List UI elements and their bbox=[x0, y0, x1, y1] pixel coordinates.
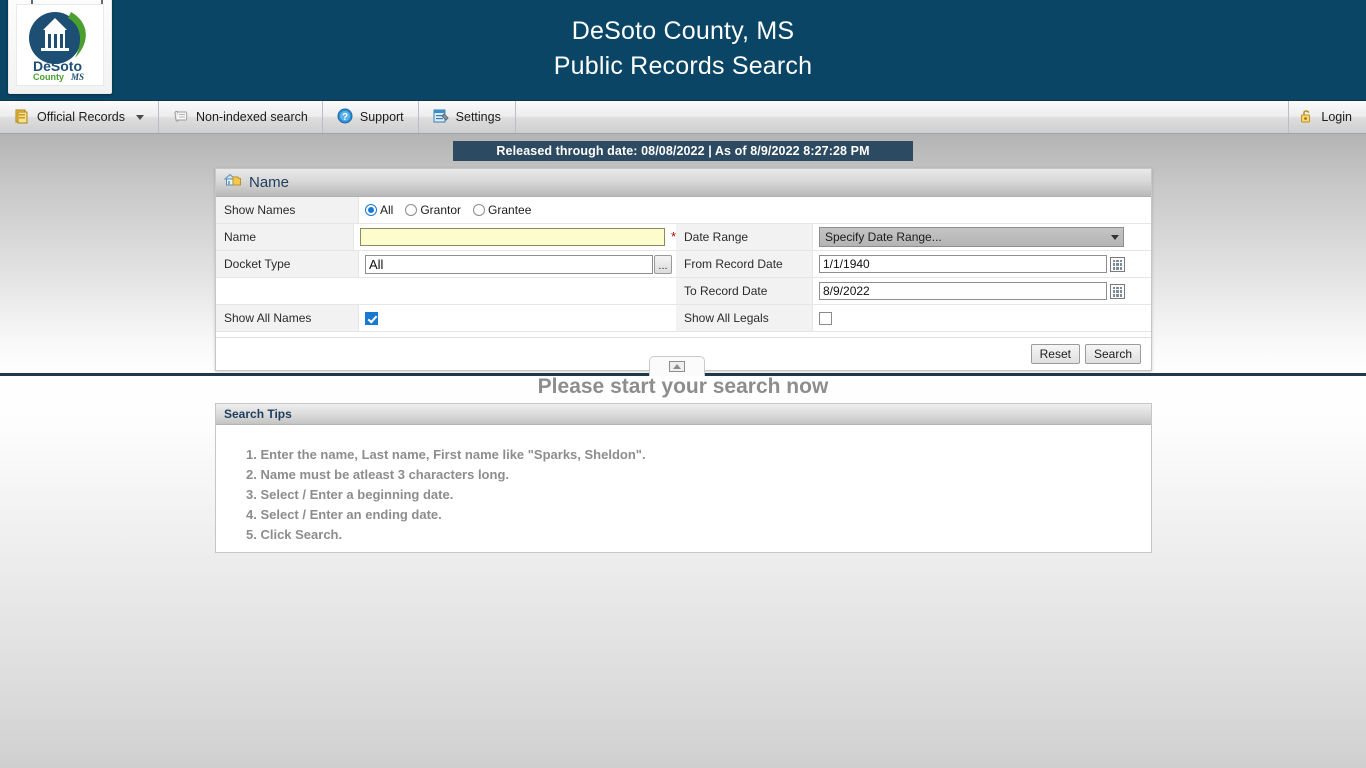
question-circle-icon: ? bbox=[337, 108, 353, 127]
form-row-from-record-date: From Record Date bbox=[676, 251, 1151, 278]
name-label: Name bbox=[216, 224, 354, 250]
show-all-legals-checkbox[interactable] bbox=[819, 311, 832, 325]
form-row-show-all-names: Show All Names bbox=[216, 305, 676, 332]
search-tips-panel: Search Tips 1. Enter the name, Last name… bbox=[215, 403, 1152, 553]
toolbar-item-support[interactable]: ? Support bbox=[323, 101, 419, 133]
scroll-icon bbox=[173, 108, 189, 127]
right-row-spacer bbox=[676, 197, 1151, 224]
docket-type-browse-button[interactable]: ... bbox=[654, 254, 672, 274]
page-title: DeSoto County, MS Public Records Search bbox=[553, 17, 813, 80]
date-range-label: Date Range bbox=[676, 224, 813, 250]
show-names-label: Show Names bbox=[216, 197, 359, 223]
right-spacer-label bbox=[676, 197, 813, 223]
date-range-value: Specify Date Range... bbox=[825, 230, 942, 244]
book-stack-icon bbox=[14, 108, 30, 127]
chevron-down-icon bbox=[136, 114, 144, 120]
svg-text:MS: MS bbox=[70, 72, 84, 82]
docket-type-label: Docket Type bbox=[216, 251, 359, 277]
radio-grantee[interactable]: Grantee bbox=[473, 203, 531, 217]
radio-grantor-indicator bbox=[405, 204, 418, 216]
spacer-control bbox=[359, 278, 676, 304]
search-tips-list: 1. Enter the name, Last name, First name… bbox=[216, 425, 1151, 545]
county-logo: DeSoto County MS bbox=[8, 0, 112, 94]
login-label: Login bbox=[1321, 110, 1352, 124]
chevron-down-icon bbox=[1111, 234, 1119, 240]
main-toolbar: Official Records Non-indexed search ? Su… bbox=[0, 100, 1366, 134]
form-row-show-all-legals: Show All Legals bbox=[676, 305, 1151, 332]
radio-grantor[interactable]: Grantor bbox=[405, 203, 461, 217]
list-item: 5. Click Search. bbox=[246, 527, 343, 542]
collapse-up-icon bbox=[669, 361, 685, 372]
panel-header: Name bbox=[216, 169, 1151, 197]
radio-all-indicator bbox=[365, 204, 377, 216]
show-all-names-label: Show All Names bbox=[216, 305, 359, 331]
from-record-date-input[interactable] bbox=[819, 255, 1107, 273]
toolbar-item-label: Non-indexed search bbox=[196, 110, 308, 124]
start-search-message: Please start your search now bbox=[537, 375, 829, 398]
form-left-column: Show Names All Grantor Grantee Name * Do… bbox=[216, 197, 676, 332]
page-banner: DeSoto County, MS Public Records Search … bbox=[0, 0, 1366, 100]
toolbar-item-official-records[interactable]: Official Records bbox=[0, 101, 159, 133]
list-item: 4. Select / Enter an ending date. bbox=[246, 507, 442, 522]
form-row-date-range: Date Range Specify Date Range... bbox=[676, 224, 1151, 251]
toolbar-item-non-indexed-search[interactable]: Non-indexed search bbox=[159, 101, 323, 133]
svg-text:?: ? bbox=[342, 112, 348, 123]
list-item: 3. Select / Enter a beginning date. bbox=[246, 487, 454, 502]
search-tips-title: Search Tips bbox=[216, 404, 1151, 425]
docket-type-control: ... bbox=[365, 254, 672, 274]
radio-grantee-indicator bbox=[473, 204, 486, 216]
house-folder-icon bbox=[223, 171, 242, 194]
login-button[interactable]: Login bbox=[1288, 101, 1366, 133]
search-button[interactable]: Search bbox=[1084, 344, 1141, 364]
name-input[interactable] bbox=[359, 228, 665, 246]
toolbar-item-label: Settings bbox=[455, 110, 501, 124]
radio-all-label: All bbox=[380, 203, 394, 217]
to-record-date-input[interactable] bbox=[819, 282, 1107, 300]
docket-type-input[interactable] bbox=[365, 254, 653, 274]
toolbar-item-label: Official Records bbox=[37, 110, 125, 124]
panel-collapse-tab[interactable] bbox=[649, 356, 705, 376]
toolbar-item-settings[interactable]: Settings bbox=[419, 101, 516, 133]
form-row-to-record-date: To Record Date bbox=[676, 278, 1151, 305]
date-range-select[interactable]: Specify Date Range... bbox=[819, 227, 1124, 247]
form-row-docket-type: Docket Type ... bbox=[216, 251, 676, 278]
padlock-open-icon bbox=[1299, 108, 1315, 127]
logo-graphic: DeSoto County MS bbox=[29, 12, 86, 82]
calendar-icon[interactable] bbox=[1110, 256, 1125, 272]
settings-form-icon bbox=[433, 108, 449, 127]
name-search-panel: Name Show Names All Grantor Grantee Name… bbox=[215, 168, 1152, 371]
right-spacer-control bbox=[813, 197, 1151, 223]
show-names-radio-group: All Grantor Grantee bbox=[365, 203, 531, 217]
radio-grantor-label: Grantor bbox=[420, 203, 462, 217]
svg-text:County: County bbox=[33, 72, 64, 82]
reset-button[interactable]: Reset bbox=[1030, 344, 1080, 364]
radio-all[interactable]: All bbox=[365, 203, 393, 217]
list-item: 2. Name must be atleast 3 characters lon… bbox=[246, 467, 509, 482]
from-record-date-label: From Record Date bbox=[676, 251, 813, 277]
from-record-date-control bbox=[819, 255, 1125, 273]
list-item: 1. Enter the name, Last name, First name… bbox=[246, 447, 646, 462]
radio-grantee-label: Grantee bbox=[488, 203, 532, 217]
form-row-show-names: Show Names All Grantor Grantee bbox=[216, 197, 676, 224]
calendar-icon[interactable] bbox=[1110, 283, 1125, 299]
form-row-spacer bbox=[216, 278, 676, 305]
form-row-name: Name * bbox=[216, 224, 676, 251]
show-all-names-checkbox[interactable] bbox=[365, 311, 378, 325]
logo-emblem: DeSoto County MS bbox=[16, 4, 104, 86]
show-all-legals-label: Show All Legals bbox=[676, 305, 813, 331]
toolbar-item-label: Support bbox=[359, 110, 404, 124]
spacer-label bbox=[216, 278, 359, 304]
to-record-date-label: To Record Date bbox=[676, 278, 813, 304]
to-record-date-control bbox=[819, 282, 1125, 300]
released-through-banner: Released through date: 08/08/2022 | As o… bbox=[453, 141, 913, 161]
form-right-column: Date Range Specify Date Range... From Re… bbox=[676, 197, 1151, 332]
panel-title: Name bbox=[249, 174, 290, 191]
